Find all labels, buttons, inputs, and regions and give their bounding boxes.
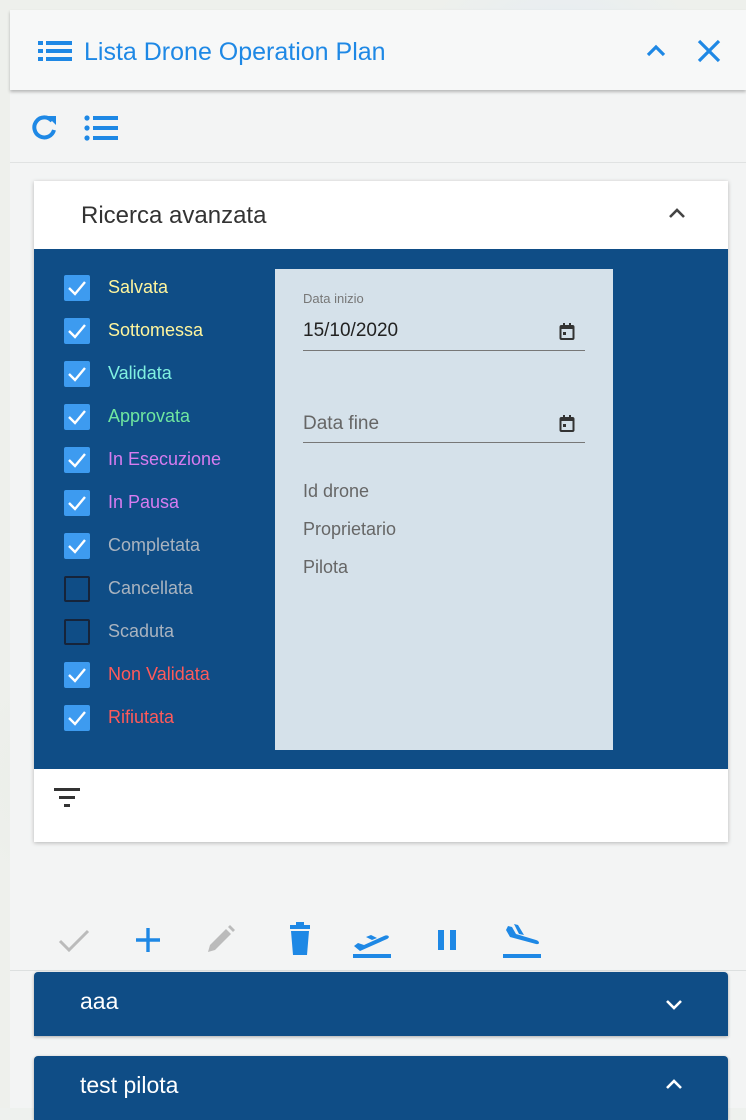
status-label: Rifiutata: [108, 707, 175, 727]
end-date-underline: [303, 442, 585, 443]
checkbox-checked[interactable]: [64, 705, 90, 731]
start-date-underline: [303, 350, 585, 351]
delete-icon[interactable]: [280, 920, 320, 965]
airplane-landing-icon[interactable]: [500, 920, 544, 965]
plan-name: test pilota: [80, 1072, 179, 1098]
search-fields: Data inizio 15/10/2020 Data fine Id dron…: [275, 269, 613, 750]
status-checkbox-item[interactable]: Salvata: [64, 275, 264, 305]
checkbox-checked[interactable]: [64, 361, 90, 387]
panel-title: Lista Drone Operation Plan: [84, 38, 386, 66]
calendar-icon[interactable]: [559, 415, 575, 438]
status-checkbox-item[interactable]: Sottomessa: [64, 318, 264, 348]
check-icon: [68, 367, 86, 382]
checkbox-checked[interactable]: [64, 662, 90, 688]
chevron-up-icon[interactable]: [662, 1072, 686, 1101]
advanced-search-filters: Salvata Sottomessa Validata Approvata In Ese…: [34, 249, 728, 769]
status-label: Validata: [108, 363, 172, 383]
status-checkbox-item[interactable]: Cancellata: [64, 576, 264, 606]
pencil-icon[interactable]: [200, 920, 240, 965]
filter-icon[interactable]: [54, 788, 80, 813]
checkbox-unchecked[interactable]: [64, 619, 90, 645]
check-icon: [68, 324, 86, 339]
status-checkbox-item[interactable]: Completata: [64, 533, 264, 563]
check-icon: [68, 539, 86, 554]
status-label: Cancellata: [108, 578, 194, 598]
advanced-search-title[interactable]: Ricerca avanzata: [81, 202, 266, 230]
start-date-input[interactable]: 15/10/2020: [303, 320, 398, 342]
id-drone-field[interactable]: Id drone: [303, 481, 369, 502]
owner-field[interactable]: Proprietario: [303, 519, 396, 540]
operation-plan-panel: Lista Drone Operation Plan Ricerca avanz…: [10, 10, 746, 1120]
plan-name: aaa: [80, 988, 119, 1014]
status-label: Sottomessa: [108, 320, 204, 340]
calendar-icon[interactable]: [559, 323, 575, 346]
check-icon: [68, 496, 86, 511]
status-checkbox-item[interactable]: Validata: [64, 361, 264, 391]
close-icon[interactable]: [696, 38, 722, 69]
status-label: In Pausa: [108, 492, 180, 512]
format-list-bulleted-icon[interactable]: [84, 114, 118, 147]
pause-icon[interactable]: [428, 920, 468, 965]
checkbox-checked[interactable]: [64, 447, 90, 473]
status-label: Scaduta: [108, 621, 175, 641]
check-icon: [68, 453, 86, 468]
status-checkbox-item[interactable]: Rifiutata: [64, 705, 264, 735]
status-label: Salvata: [108, 277, 169, 297]
panel-header: Lista Drone Operation Plan: [10, 10, 746, 90]
checkbox-checked[interactable]: [64, 490, 90, 516]
plan-accordion-item[interactable]: test pilota: [34, 1056, 728, 1120]
check-icon: [68, 711, 86, 726]
toolbar: [10, 104, 746, 163]
checkbox-checked[interactable]: [64, 318, 90, 344]
checkbox-checked[interactable]: [64, 275, 90, 301]
plus-icon[interactable]: [128, 920, 168, 965]
status-label: Non Validata: [108, 664, 210, 684]
status-checkbox-item[interactable]: In Esecuzione: [64, 447, 264, 477]
status-checkbox-item[interactable]: Scaduta: [64, 619, 264, 649]
list-icon: [38, 40, 72, 67]
check-icon[interactable]: [54, 920, 94, 965]
end-date-input[interactable]: Data fine: [303, 413, 379, 435]
checkbox-unchecked[interactable]: [64, 576, 90, 602]
status-label: In Esecuzione: [108, 449, 222, 469]
check-icon: [68, 410, 86, 425]
check-icon: [68, 281, 86, 296]
status-checkbox-item[interactable]: Non Validata: [64, 662, 264, 692]
pilot-field[interactable]: Pilota: [303, 557, 348, 578]
chevron-up-icon[interactable]: [665, 201, 689, 230]
status-checkbox-item[interactable]: Approvata: [64, 404, 264, 434]
chevron-up-icon[interactable]: [643, 37, 669, 68]
chevron-down-icon[interactable]: [662, 992, 686, 1021]
check-icon: [68, 668, 86, 683]
status-checkbox-item[interactable]: In Pausa: [64, 490, 264, 520]
checkbox-checked[interactable]: [64, 404, 90, 430]
plan-accordion-item[interactable]: aaa: [34, 972, 728, 1036]
airplane-takeoff-icon[interactable]: [350, 920, 394, 965]
status-label: Approvata: [108, 406, 191, 426]
refresh-icon[interactable]: [28, 112, 60, 149]
checkbox-checked[interactable]: [64, 533, 90, 559]
action-bar: [10, 910, 746, 971]
start-date-label: Data inizio: [303, 291, 364, 306]
status-label: Completata: [108, 535, 201, 555]
advanced-search-card: Ricerca avanzata Salvata Sottomessa Valida…: [34, 181, 728, 842]
